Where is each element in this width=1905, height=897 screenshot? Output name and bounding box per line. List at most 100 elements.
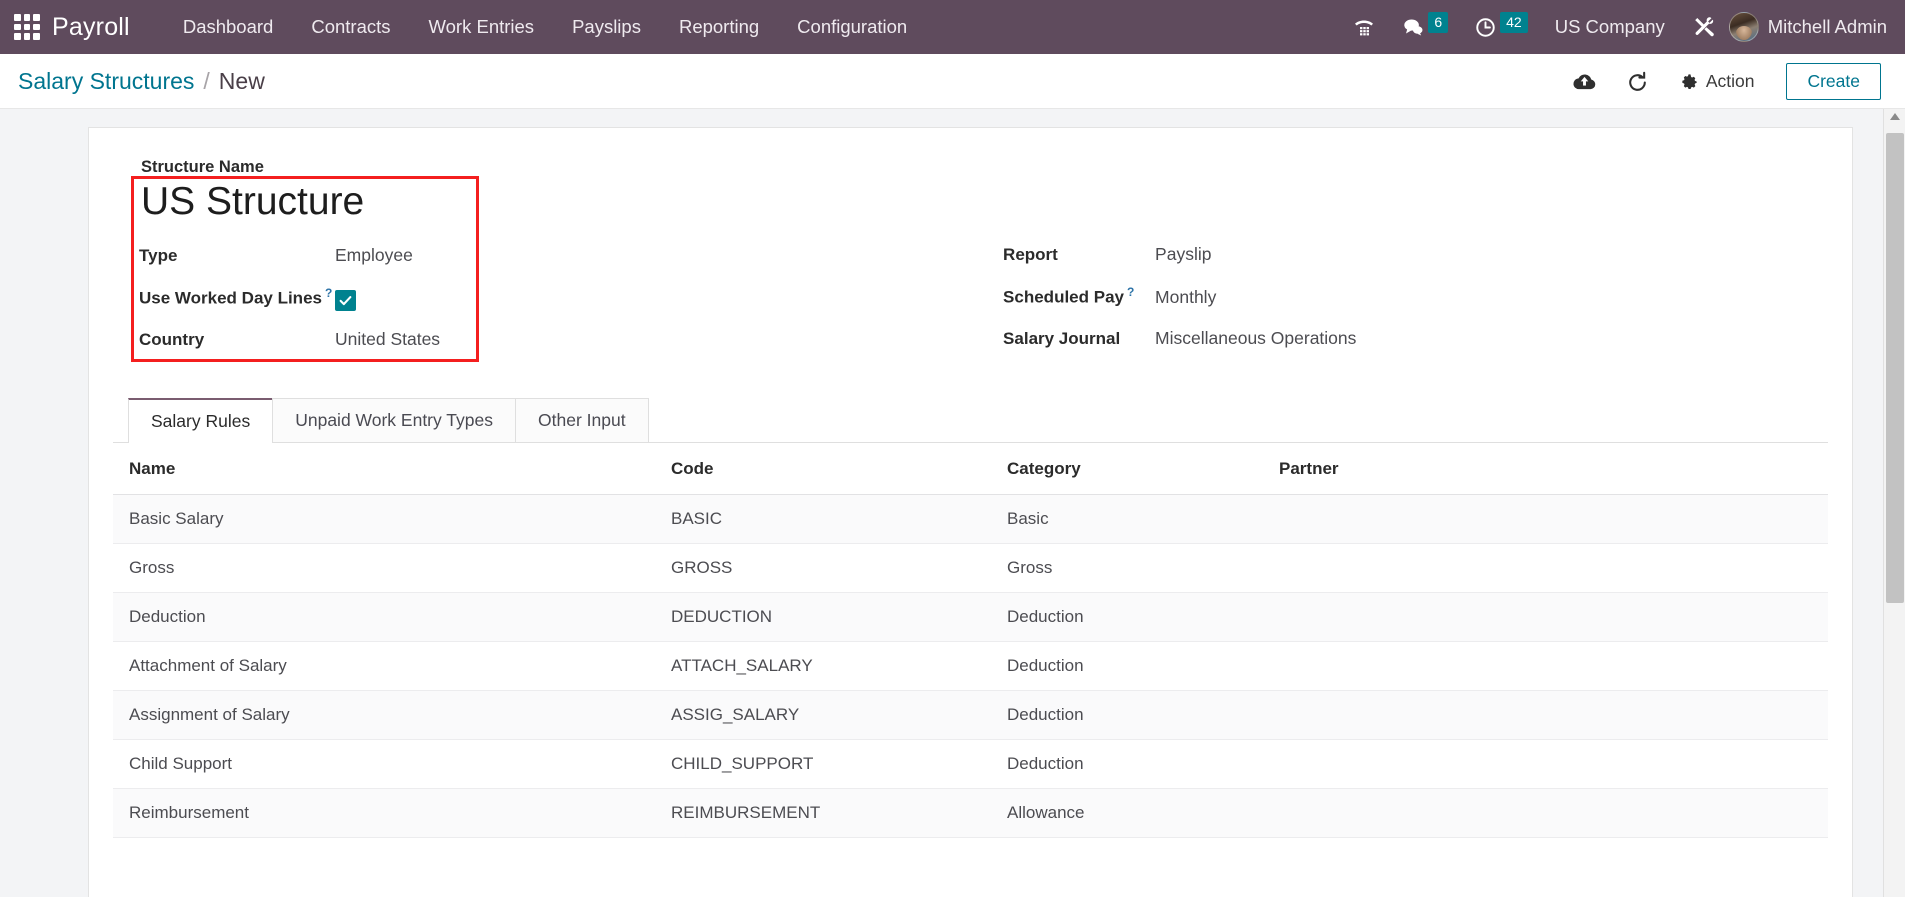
- field-report-label: Report: [1003, 245, 1058, 264]
- table-body: Basic Salary BASIC Basic Gross GROSS Gro…: [113, 494, 1828, 838]
- company-switcher[interactable]: US Company: [1541, 0, 1679, 54]
- nav-item-work-entries[interactable]: Work Entries: [410, 0, 554, 54]
- scrollbar-thumb[interactable]: [1886, 133, 1904, 603]
- nav-item-contracts[interactable]: Contracts: [292, 0, 409, 54]
- cloud-upload-icon: [1573, 73, 1596, 89]
- cell-category[interactable]: Deduction: [999, 739, 1271, 789]
- cell-code[interactable]: ATTACH_SALARY: [663, 641, 999, 691]
- table-head: Name Code Category Partner: [113, 442, 1828, 495]
- notebook-tabs: Salary Rules Unpaid Work Entry Types Oth…: [113, 397, 1828, 443]
- cell-code[interactable]: CHILD_SUPPORT: [663, 739, 999, 789]
- app-brand-payroll[interactable]: Payroll: [52, 13, 130, 42]
- nav-item-reporting[interactable]: Reporting: [660, 0, 778, 54]
- field-scheduled-pay: Scheduled Pay? Monthly: [1003, 285, 1828, 308]
- control-panel: Salary Structures / New Action Create: [0, 54, 1905, 109]
- field-type-value[interactable]: Employee: [335, 245, 413, 266]
- cell-partner[interactable]: [1271, 543, 1828, 593]
- cell-partner[interactable]: [1271, 739, 1828, 789]
- gear-icon: [1682, 73, 1697, 89]
- tab-salary-rules[interactable]: Salary Rules: [128, 397, 274, 443]
- cell-code[interactable]: ASSIG_SALARY: [663, 690, 999, 740]
- cell-name[interactable]: Reimbursement: [113, 788, 663, 838]
- table-row[interactable]: Gross GROSS Gross: [113, 543, 1828, 593]
- table-row[interactable]: Basic Salary BASIC Basic: [113, 494, 1828, 544]
- column-header-name[interactable]: Name: [113, 442, 663, 495]
- cell-code[interactable]: DEDUCTION: [663, 592, 999, 642]
- nav-item-dashboard[interactable]: Dashboard: [164, 0, 293, 54]
- breadcrumb-salary-structures[interactable]: Salary Structures: [18, 68, 194, 95]
- table-row[interactable]: Assignment of Salary ASSIG_SALARY Deduct…: [113, 690, 1828, 740]
- action-menu-button[interactable]: Action: [1664, 62, 1771, 100]
- cell-name[interactable]: Assignment of Salary: [113, 690, 663, 740]
- column-header-partner[interactable]: Partner: [1271, 442, 1828, 495]
- cell-partner[interactable]: [1271, 788, 1828, 838]
- cell-partner[interactable]: [1271, 641, 1828, 691]
- field-country-value[interactable]: United States: [335, 329, 440, 350]
- navbar-systray: 6 42 US Company Mitchell Admin: [1339, 0, 1905, 54]
- tools-icon[interactable]: [1679, 0, 1729, 54]
- user-menu[interactable]: Mitchell Admin: [1768, 16, 1893, 38]
- cell-code[interactable]: REIMBURSEMENT: [663, 788, 999, 838]
- table-row[interactable]: Deduction DEDUCTION Deduction: [113, 592, 1828, 642]
- breadcrumb-current-new: New: [218, 67, 265, 94]
- notebook: Salary Rules Unpaid Work Entry Types Oth…: [113, 397, 1828, 838]
- form-right-column: Report Payslip Scheduled Pay? Monthly Sa…: [919, 158, 1828, 370]
- field-scheduled-pay-value[interactable]: Monthly: [1155, 287, 1216, 308]
- cell-name[interactable]: Gross: [113, 543, 663, 593]
- cell-code[interactable]: BASIC: [663, 494, 999, 544]
- tab-unpaid-work-entry-types[interactable]: Unpaid Work Entry Types: [272, 397, 516, 442]
- field-salary-journal: Salary Journal Miscellaneous Operations: [1003, 328, 1828, 349]
- messages-menu[interactable]: 6: [1389, 0, 1461, 54]
- action-menu-label: Action: [1705, 70, 1755, 91]
- scroll-up-arrow-icon[interactable]: [1890, 113, 1900, 120]
- avatar[interactable]: [1728, 12, 1759, 42]
- field-scheduled-pay-label: Scheduled Pay?: [1003, 285, 1135, 307]
- save-record-button[interactable]: [1558, 62, 1611, 100]
- cell-code[interactable]: GROSS: [663, 543, 999, 593]
- use-worked-day-lines-checkbox[interactable]: [335, 289, 356, 311]
- table-row[interactable]: Child Support CHILD_SUPPORT Deduction: [113, 739, 1828, 789]
- activities-count-badge: 42: [1500, 11, 1528, 33]
- chat-bubble-icon: [1404, 19, 1423, 36]
- field-salary-journal-value[interactable]: Miscellaneous Operations: [1155, 328, 1356, 349]
- cell-partner[interactable]: [1271, 690, 1828, 740]
- table-row[interactable]: Attachment of Salary ATTACH_SALARY Deduc…: [113, 641, 1828, 691]
- activities-menu[interactable]: 42: [1461, 0, 1541, 54]
- cell-name[interactable]: Basic Salary: [113, 494, 663, 544]
- table-row[interactable]: Reimbursement REIMBURSEMENT Allowance: [113, 788, 1828, 838]
- breadcrumb-separator: /: [203, 67, 210, 94]
- cell-name[interactable]: Attachment of Salary: [113, 641, 663, 691]
- vertical-scrollbar[interactable]: [1883, 109, 1905, 897]
- cell-category[interactable]: Deduction: [999, 690, 1271, 740]
- table-header-row: Name Code Category Partner: [113, 442, 1828, 495]
- apps-grid-icon[interactable]: [14, 14, 40, 40]
- cell-partner[interactable]: [1271, 592, 1828, 642]
- voip-dialpad-icon[interactable]: [1339, 0, 1389, 54]
- cell-name[interactable]: Child Support: [113, 739, 663, 789]
- column-header-category[interactable]: Category: [999, 442, 1271, 495]
- tab-other-input[interactable]: Other Input: [515, 397, 649, 442]
- cell-category[interactable]: Deduction: [999, 641, 1271, 691]
- field-report-value[interactable]: Payslip: [1155, 244, 1211, 265]
- help-tooltip-icon[interactable]: ?: [1127, 285, 1134, 299]
- field-use-worked-day-lines: Use Worked Day Lines?: [139, 286, 919, 311]
- cell-category[interactable]: Gross: [999, 543, 1271, 593]
- clock-icon: [1476, 17, 1495, 37]
- create-button[interactable]: Create: [1786, 62, 1881, 100]
- messages-count-badge: 6: [1428, 11, 1449, 33]
- discard-changes-button[interactable]: [1611, 62, 1664, 100]
- cell-category[interactable]: Basic: [999, 494, 1271, 544]
- structure-name-input[interactable]: US Structure: [141, 179, 919, 225]
- column-header-code[interactable]: Code: [663, 442, 999, 495]
- control-panel-actions: Action Create: [1558, 62, 1881, 100]
- help-tooltip-icon[interactable]: ?: [325, 286, 332, 300]
- nav-item-payslips[interactable]: Payslips: [553, 0, 660, 54]
- cell-category[interactable]: Allowance: [999, 788, 1271, 838]
- page-body: Structure Name US Structure Type Employe…: [0, 109, 1905, 897]
- cell-category[interactable]: Deduction: [999, 592, 1271, 642]
- form-grid: Structure Name US Structure Type Employe…: [113, 150, 1828, 370]
- cell-name[interactable]: Deduction: [113, 592, 663, 642]
- cell-partner[interactable]: [1271, 494, 1828, 544]
- nav-item-configuration[interactable]: Configuration: [778, 0, 926, 54]
- field-salary-journal-label: Salary Journal: [1003, 328, 1121, 348]
